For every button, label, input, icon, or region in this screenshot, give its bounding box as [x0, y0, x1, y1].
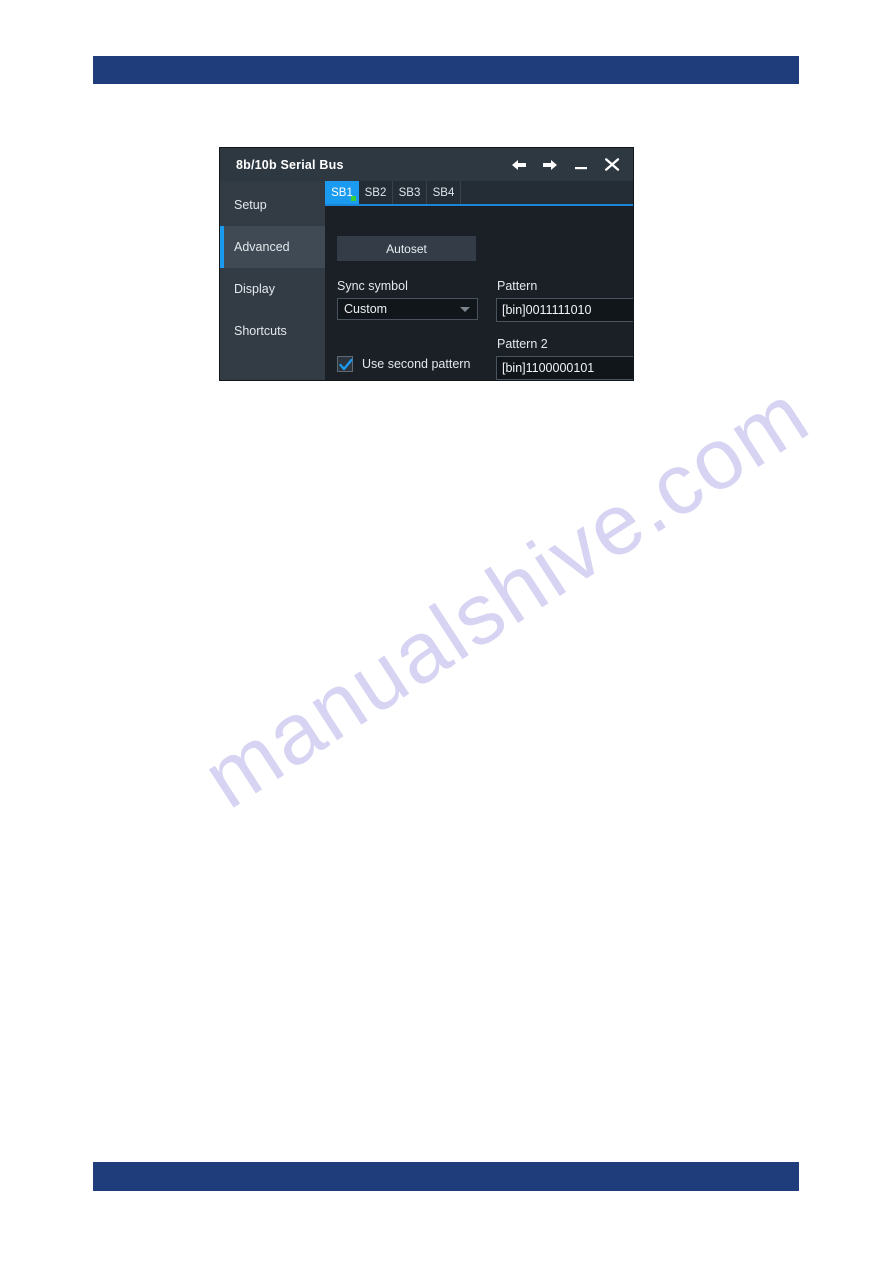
watermark: manualshive.com — [186, 365, 826, 827]
back-icon[interactable] — [508, 154, 530, 176]
use-second-pattern-checkbox[interactable] — [337, 356, 353, 372]
sync-symbol-value: Custom — [344, 302, 388, 316]
dialog-body: Setup Advanced Display Shortcuts SB1 SB2… — [220, 181, 633, 380]
chevron-down-icon — [460, 307, 470, 312]
sidebar-item-display[interactable]: Display — [220, 268, 325, 310]
dialog-sidebar: Setup Advanced Display Shortcuts — [220, 181, 325, 380]
tab-label: SB3 — [398, 186, 421, 199]
use-second-pattern-label: Use second pattern — [362, 357, 471, 371]
sidebar-item-shortcuts[interactable]: Shortcuts — [220, 310, 325, 352]
forward-icon[interactable] — [539, 154, 561, 176]
dialog-title: 8b/10b Serial Bus — [236, 157, 344, 172]
close-icon[interactable] — [601, 154, 623, 176]
tab-sb4[interactable]: SB4 — [427, 181, 461, 204]
tab-label: SB2 — [364, 186, 387, 199]
tab-label: SB4 — [432, 186, 455, 199]
sync-symbol-select[interactable]: Custom — [337, 298, 478, 320]
tab-sb2[interactable]: SB2 — [359, 181, 393, 204]
serial-bus-dialog: 8b/10b Serial Bus Setup Advanced Display… — [220, 148, 633, 380]
tab-sb1[interactable]: SB1 — [325, 181, 359, 204]
pattern2-label: Pattern 2 — [497, 337, 548, 351]
autoset-button[interactable]: Autoset — [337, 236, 476, 261]
pattern2-value: [bin]1100000101 — [502, 361, 595, 375]
sidebar-item-label: Setup — [234, 198, 267, 212]
dialog-titlebar: 8b/10b Serial Bus — [220, 148, 633, 181]
page-header-bar — [93, 56, 799, 84]
minimize-icon[interactable] — [570, 154, 592, 176]
pattern-value: [bin]0011111010 — [502, 303, 592, 317]
page-footer-bar — [93, 1162, 799, 1191]
tabstrip-filler — [461, 181, 633, 204]
checkmark-icon — [339, 358, 353, 371]
pattern2-input[interactable]: [bin]1100000101 — [496, 356, 633, 380]
sidebar-item-label: Advanced — [234, 240, 290, 254]
window-controls — [508, 148, 623, 181]
tab-label: SB1 — [331, 186, 353, 199]
tab-sb3[interactable]: SB3 — [393, 181, 427, 204]
advanced-form: Autoset Sync symbol Custom Pattern [bin]… — [325, 206, 633, 380]
sync-symbol-label: Sync symbol — [337, 279, 408, 293]
tab-status-indicator — [351, 196, 356, 201]
sidebar-item-label: Shortcuts — [234, 324, 287, 338]
pattern-label: Pattern — [497, 279, 538, 293]
bus-tabstrip: SB1 SB2 SB3 SB4 — [325, 181, 633, 206]
sidebar-item-setup[interactable]: Setup — [220, 184, 325, 226]
pattern-input[interactable]: [bin]0011111010 — [496, 298, 633, 322]
dialog-content: SB1 SB2 SB3 SB4 Autoset Sync symbol Cust… — [325, 181, 633, 380]
sidebar-item-label: Display — [234, 282, 275, 296]
sidebar-item-advanced[interactable]: Advanced — [220, 226, 325, 268]
use-second-pattern-row[interactable]: Use second pattern — [337, 356, 470, 372]
